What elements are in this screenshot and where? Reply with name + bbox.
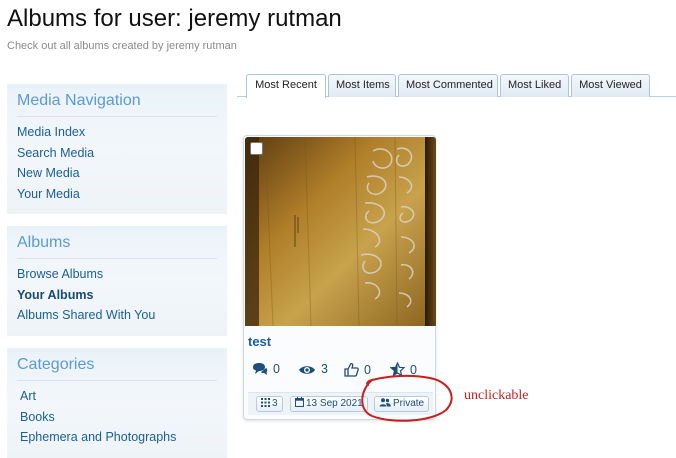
albums-panel: Albums Browse Albums Your Albums Albums … [7,226,227,336]
media-navigation-heading: Media Navigation [17,84,217,117]
annotation-label: unclickable [464,388,529,403]
like-count-value: 0 [364,363,371,377]
grid-icon [261,398,270,407]
comment-count: 0 [252,362,280,376]
rating-count-value: 0 [410,363,417,377]
media-navigation-panel: Media Navigation Media Index Search Medi… [7,84,227,214]
categories-heading: Categories [17,348,217,381]
sidebar-item-media-index[interactable]: Media Index [17,122,217,143]
album-select-checkbox[interactable] [250,142,263,155]
calendar-icon [295,397,304,407]
privacy-value: Private [393,398,425,409]
star-half-icon [389,361,406,377]
tab-most-liked[interactable]: Most Liked [500,74,569,97]
album-sort-tabs: Most Recent Most Items Most Commented Mo… [237,74,676,98]
page-title: Albums for user: jeremy rutman [7,5,342,32]
page-subtitle: Check out all albums created by jeremy r… [7,40,237,52]
tab-most-items[interactable]: Most Items [328,74,396,97]
sidebar-item-search-media[interactable]: Search Media [17,143,217,164]
category-item-ephemera[interactable]: Ephemera and Photographs [17,427,217,448]
item-count-value: 3 [272,398,278,409]
date-badge: 13 Sep 2021 [290,396,368,412]
sidebar-item-your-albums[interactable]: Your Albums [17,285,217,306]
eye-icon [299,366,315,374]
privacy-badge: Private [374,396,430,412]
category-item-art[interactable]: Art [17,386,217,407]
album-meta-bar: 3 13 Sep 2021 Private [248,392,433,415]
comments-icon [253,363,268,375]
item-count-badge: 3 [256,396,283,412]
thumbs-up-icon [344,362,359,377]
albums-heading: Albums [17,226,217,259]
users-icon [379,398,391,407]
album-stats: 0 3 0 0 [252,361,432,380]
comment-count-value: 0 [273,362,280,376]
sidebar-item-browse-albums[interactable]: Browse Albums [17,264,217,285]
tab-most-viewed[interactable]: Most Viewed [571,74,650,97]
album-thumbnail-image [245,137,436,326]
view-count: 3 [298,362,328,376]
sidebar-item-new-media[interactable]: New Media [17,163,217,184]
album-card: test 0 3 0 0 3 13 Sep 2021 Private [243,135,436,420]
sidebar-item-your-media[interactable]: Your Media [17,184,217,205]
tab-most-commented[interactable]: Most Commented [398,74,498,97]
album-thumbnail[interactable] [245,137,436,326]
category-item-books[interactable]: Books [17,407,217,428]
rating-count: 0 [389,361,417,377]
album-title-link[interactable]: test [248,334,271,349]
view-count-value: 3 [321,362,328,376]
date-value: 13 Sep 2021 [306,398,363,409]
tab-most-recent[interactable]: Most Recent [246,74,326,98]
sidebar-item-albums-shared[interactable]: Albums Shared With You [17,305,217,326]
like-count: 0 [344,362,371,377]
categories-panel: Categories Art Books Ephemera and Photog… [7,348,227,458]
